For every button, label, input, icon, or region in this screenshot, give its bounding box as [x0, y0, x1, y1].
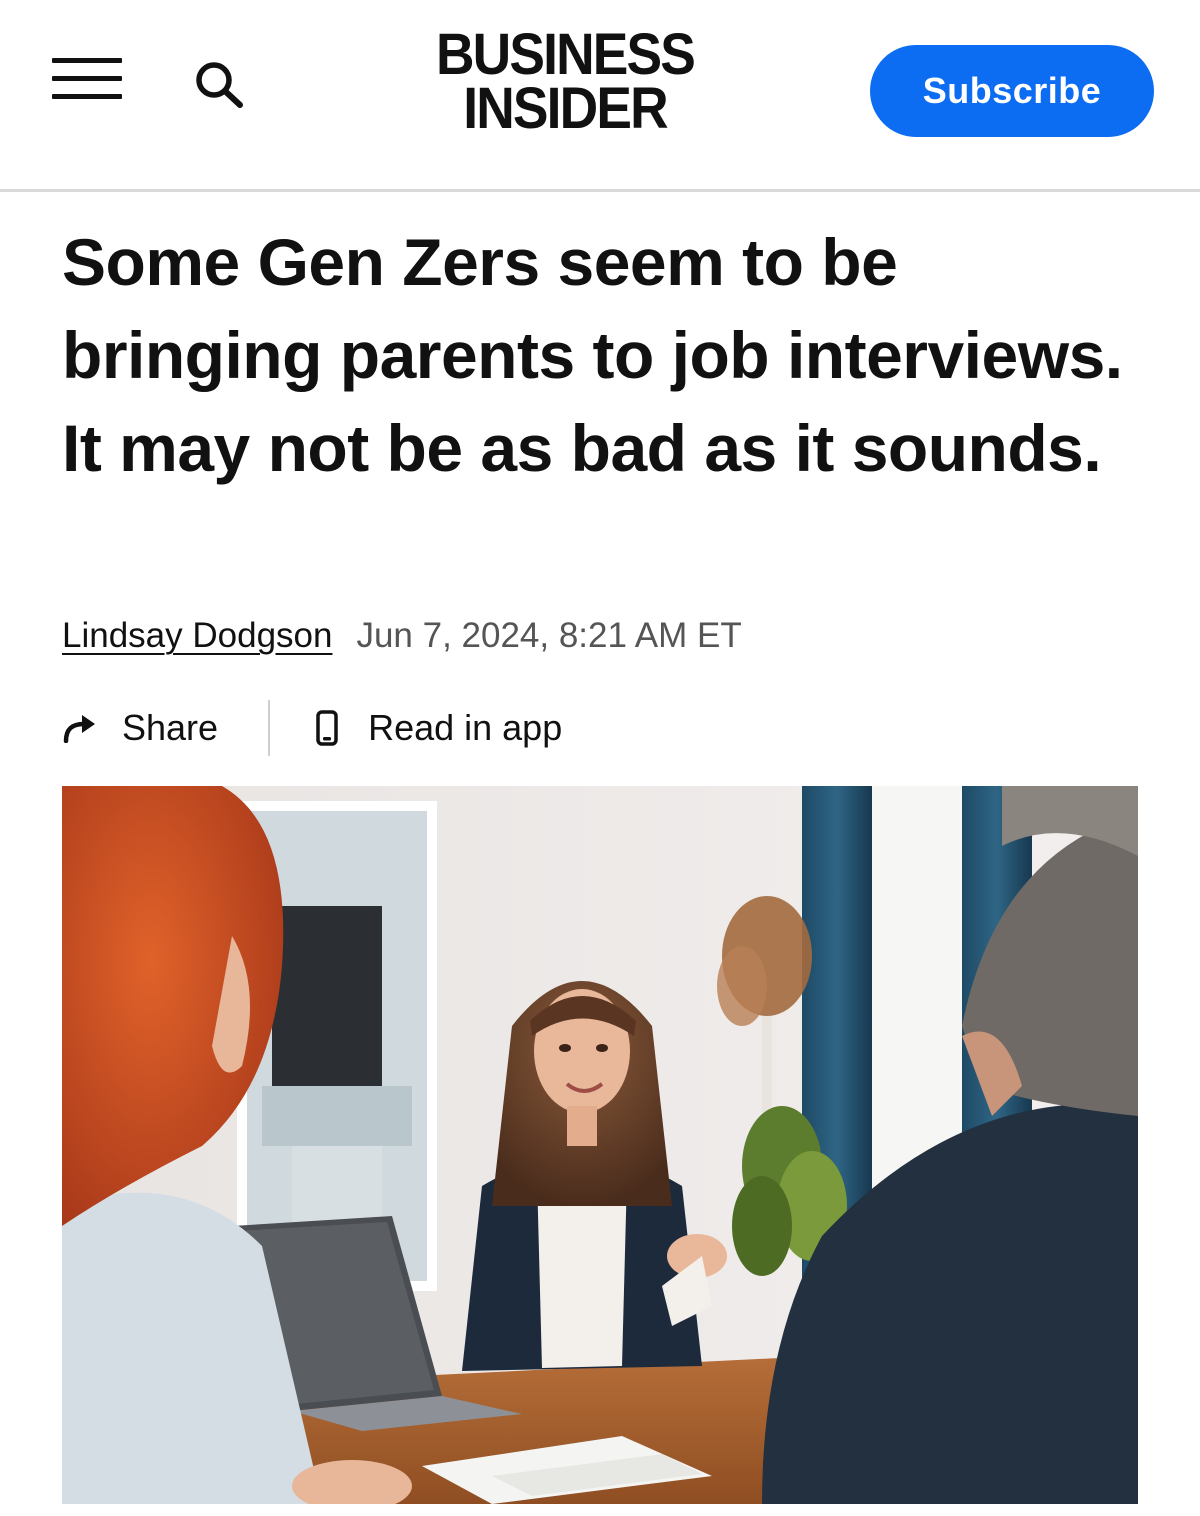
phone-icon — [316, 710, 338, 746]
article-actions: Share Read in app — [62, 698, 562, 758]
subscribe-button[interactable]: Subscribe — [870, 45, 1154, 137]
site-header: BUSINESS INSIDER Subscribe — [0, 0, 1200, 192]
article-headline: Some Gen Zers seem to be bringing parent… — [62, 225, 1123, 485]
hamburger-menu-icon[interactable] — [52, 56, 122, 102]
share-button[interactable]: Share — [62, 707, 218, 749]
share-label: Share — [122, 707, 219, 748]
read-in-app-label: Read in app — [368, 707, 563, 748]
search-icon[interactable] — [192, 58, 248, 110]
read-in-app-button[interactable]: Read in app — [316, 707, 562, 749]
logo-line-1: BUSINESS — [435, 22, 696, 87]
logo-line-2: INSIDER — [463, 76, 668, 141]
publish-date: Jun 7, 2024, 8:21 AM ET — [356, 616, 742, 655]
author-link[interactable]: Lindsay Dodgson — [62, 616, 332, 656]
article-hero-image — [62, 786, 1138, 1504]
byline: Lindsay Dodgson Jun 7, 2024, 8:21 AM ET — [62, 616, 742, 664]
action-divider — [268, 700, 271, 756]
site-logo[interactable]: BUSINESS INSIDER — [395, 22, 735, 141]
share-arrow-icon — [63, 715, 95, 743]
